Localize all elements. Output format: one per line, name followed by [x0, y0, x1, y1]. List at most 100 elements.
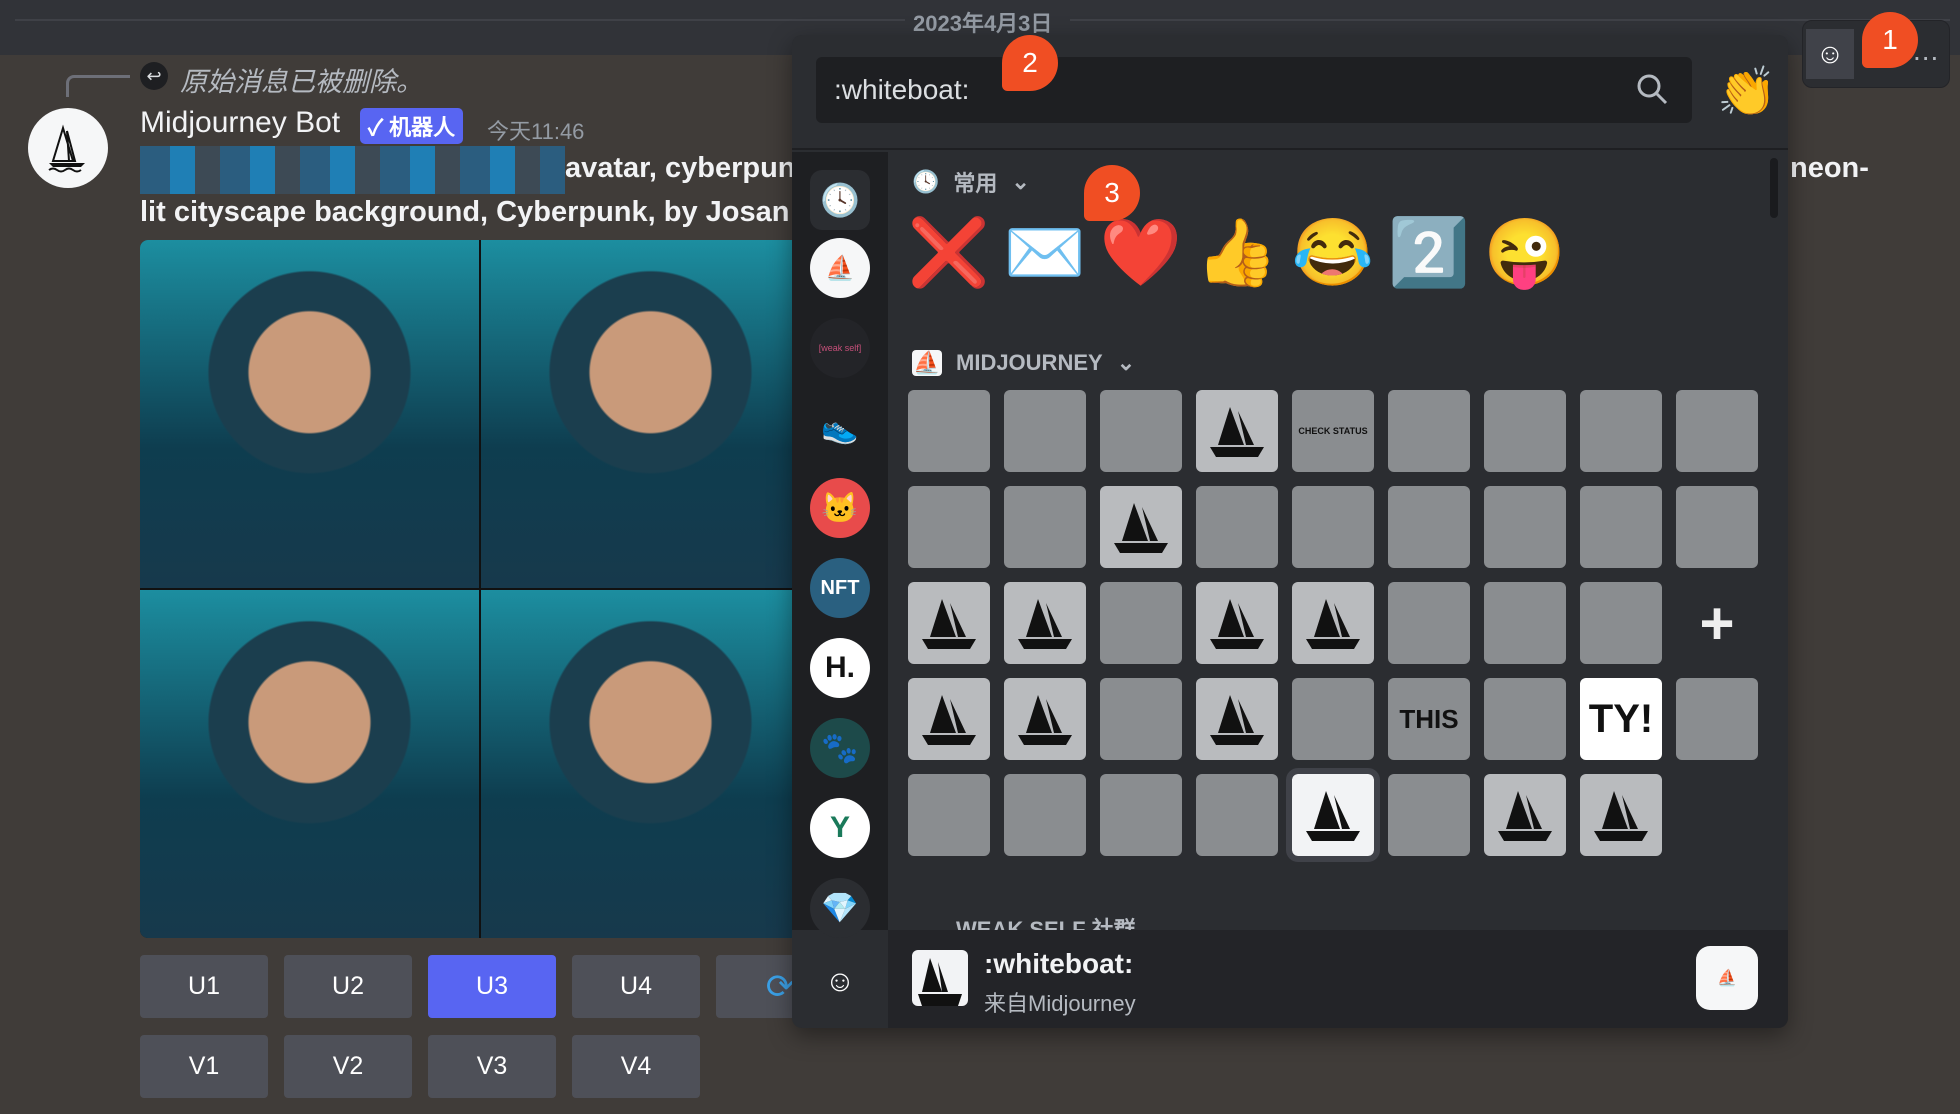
v2-button[interactable]: V2: [284, 1035, 412, 1098]
section-title: WEAK SELF 社群: [956, 917, 1136, 930]
custom-emoji-face[interactable]: [1004, 486, 1086, 568]
custom-emoji-mask[interactable]: [1388, 486, 1470, 568]
emoji-frequent[interactable]: 😜: [1484, 212, 1566, 294]
paw-server[interactable]: 🐾: [810, 718, 870, 778]
server-icon: ⛵: [1696, 946, 1758, 1010]
date-divider: 2023年4月3日: [905, 6, 1061, 38]
reply-text[interactable]: 原始消息已被删除。: [180, 60, 423, 99]
custom-emoji-boat[interactable]: [908, 678, 990, 760]
custom-emoji-THIS[interactable]: THIS: [1388, 678, 1470, 760]
image-2[interactable]: [481, 240, 820, 588]
image-1[interactable]: [140, 240, 479, 588]
avatar[interactable]: [28, 108, 108, 188]
custom-emoji-ghost[interactable]: [1676, 390, 1758, 472]
section-frequent[interactable]: 🕓 常用 ⌄: [912, 166, 1030, 198]
reply-icon: ↩: [140, 62, 168, 90]
custom-emoji-octopus[interactable]: [1484, 390, 1566, 472]
custom-emoji-cookie[interactable]: [1676, 486, 1758, 568]
custom-emoji-brain[interactable]: [908, 390, 990, 472]
custom-emoji-boat[interactable]: [1004, 678, 1086, 760]
emoji-list[interactable]: 🕓 常用 ⌄ ❌ ✉️ ❤️ 👍 😂 2️⃣ 😜 ⛵ MIDJOURNEY ⌄ CHECK STAT…: [888, 152, 1788, 930]
search-value: :whiteboat:: [834, 74, 970, 105]
custom-emoji-blur[interactable]: [908, 774, 990, 856]
v4-button[interactable]: V4: [572, 1035, 700, 1098]
custom-emoji-bird[interactable]: [1388, 582, 1470, 664]
crystal-server[interactable]: 💎: [810, 878, 870, 938]
custom-emoji-bun[interactable]: [1196, 774, 1278, 856]
custom-emoji-boat[interactable]: [1580, 774, 1662, 856]
chevron-down-icon: ⌄: [1011, 169, 1030, 194]
custom-emoji-dog[interactable]: [1100, 390, 1182, 472]
custom-emoji-TY![interactable]: TY!: [1580, 678, 1662, 760]
v1-button[interactable]: V1: [140, 1035, 268, 1098]
h-server[interactable]: H.: [810, 638, 870, 698]
custom-emoji-blob[interactable]: [1100, 582, 1182, 664]
v3-button[interactable]: V3: [428, 1035, 556, 1098]
bot-badge: ✓ 机器人: [360, 108, 464, 144]
image-4[interactable]: [481, 590, 820, 938]
custom-emoji-boat-selected[interactable]: [1286, 768, 1380, 862]
emoji-frequent[interactable]: ❤️: [1100, 212, 1182, 294]
smiley-icon[interactable]: ☺: [810, 952, 870, 1012]
weak-self-server[interactable]: [weak self]: [810, 318, 870, 378]
custom-emoji-expand[interactable]: [1100, 774, 1182, 856]
custom-emoji-pepe[interactable]: [1484, 486, 1566, 568]
nft-server[interactable]: NFT: [810, 558, 870, 618]
custom-emoji-boat[interactable]: [1004, 582, 1086, 664]
custom-emoji-boat[interactable]: [1100, 486, 1182, 568]
midjourney-server[interactable]: ⛵: [810, 238, 870, 298]
y-server[interactable]: Y: [810, 798, 870, 858]
custom-emoji-heart[interactable]: [1484, 582, 1566, 664]
emoji-frequent[interactable]: ❌: [908, 212, 990, 294]
cat-server[interactable]: 🐱: [810, 478, 870, 538]
whiteboat-preview-icon: [912, 950, 968, 1006]
add-reaction-icon[interactable]: ☺: [1806, 29, 1854, 79]
custom-emoji-sad[interactable]: [1004, 774, 1086, 856]
skin-tone-button[interactable]: 👏: [1717, 63, 1777, 120]
custom-emoji-sleep[interactable]: [1484, 678, 1566, 760]
custom-emoji-boat[interactable]: [908, 582, 990, 664]
custom-emoji-robot[interactable]: [1388, 774, 1470, 856]
custom-emoji-boat[interactable]: [1292, 582, 1374, 664]
custom-emoji-reaper[interactable]: [1580, 582, 1662, 664]
custom-emoji-sword[interactable]: [1004, 390, 1086, 472]
custom-emoji-boat[interactable]: [1196, 390, 1278, 472]
custom-emoji-CHECK STATUS[interactable]: CHECK STATUS: [1292, 390, 1374, 472]
u2-button[interactable]: U2: [284, 955, 412, 1018]
reply-connector: [66, 75, 130, 97]
custom-emoji-boat[interactable]: [1196, 678, 1278, 760]
custom-emoji-frog[interactable]: [1292, 678, 1374, 760]
custom-emoji-boat[interactable]: [1196, 582, 1278, 664]
custom-emoji-boat[interactable]: [1484, 774, 1566, 856]
refresh-icon: ⟳: [765, 967, 795, 1006]
custom-emoji-cat[interactable]: [1388, 390, 1470, 472]
emoji-frequent[interactable]: 👍: [1196, 212, 1278, 294]
clock-icon[interactable]: 🕓: [810, 170, 870, 230]
scrollbar[interactable]: [1770, 158, 1778, 218]
emoji-frequent[interactable]: 😂: [1292, 212, 1374, 294]
section-midjourney[interactable]: ⛵ MIDJOURNEY ⌄: [912, 350, 1135, 376]
custom-emoji-rat[interactable]: [1676, 678, 1758, 760]
prompt-line-2: lit cityscape background, Cyberpunk, by …: [140, 196, 790, 228]
custom-emoji-+[interactable]: +: [1676, 582, 1758, 664]
custom-emoji-muscle[interactable]: [1580, 486, 1662, 568]
divider: [15, 19, 910, 21]
custom-emoji-lizard[interactable]: [1196, 486, 1278, 568]
custom-emoji-grin[interactable]: [908, 486, 990, 568]
emoji-frequent[interactable]: 2️⃣: [1388, 212, 1470, 294]
step-badge-2: 2: [1002, 35, 1058, 91]
image-grid[interactable]: [140, 240, 820, 938]
shoe-server[interactable]: 👟: [810, 398, 870, 458]
image-3[interactable]: [140, 590, 479, 938]
custom-emoji-eyes[interactable]: [1580, 390, 1662, 472]
custom-emoji-smile[interactable]: [1292, 486, 1374, 568]
section-weak-self[interactable]: WEAK SELF 社群: [912, 912, 1136, 930]
emoji-frequent[interactable]: ✉️: [1004, 212, 1086, 294]
custom-emoji-skull[interactable]: [1100, 678, 1182, 760]
pixelated-redaction: [140, 146, 565, 194]
u3-button[interactable]: U3: [428, 955, 556, 1018]
u4-button[interactable]: U4: [572, 955, 700, 1018]
u1-button[interactable]: U1: [140, 955, 268, 1018]
author-name[interactable]: Midjourney Bot: [140, 106, 340, 140]
emoji-search-input[interactable]: :whiteboat:: [816, 57, 1692, 123]
